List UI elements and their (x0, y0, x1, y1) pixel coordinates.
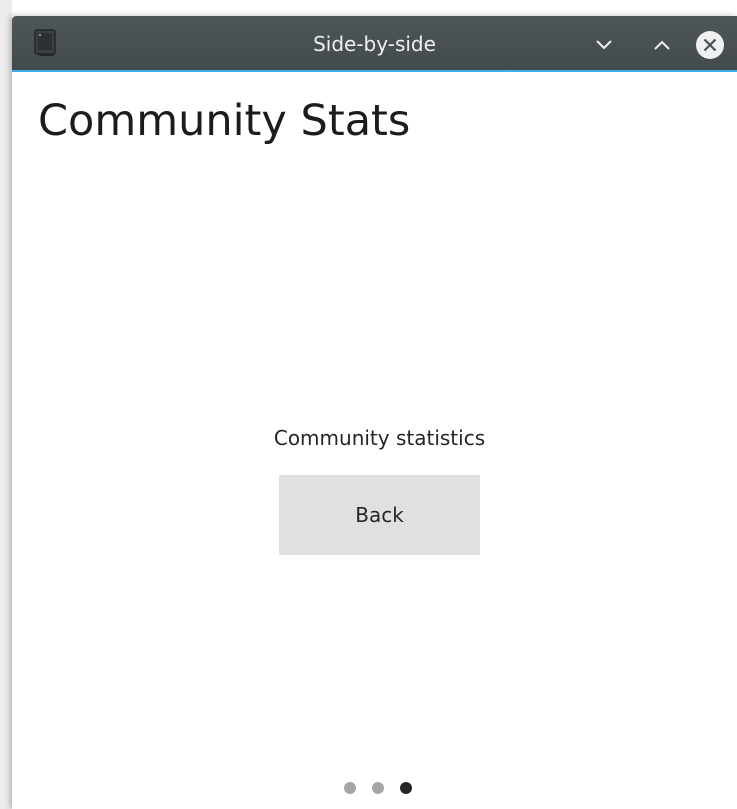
screen: Side-by-side Community Stats Community s… (0, 0, 737, 809)
desktop-background (0, 0, 12, 809)
title-bar[interactable]: Side-by-side (12, 16, 737, 72)
app-window: Side-by-side Community Stats Community s… (12, 16, 737, 809)
page-dot-1[interactable] (344, 782, 356, 794)
community-statistics-label: Community statistics (273, 426, 486, 450)
chevron-up-icon[interactable] (647, 30, 677, 60)
window-title: Side-by-side (313, 32, 436, 56)
page-dot-2[interactable] (372, 782, 384, 794)
page-indicator (342, 780, 422, 796)
back-button[interactable]: Back (279, 475, 480, 555)
chevron-down-icon[interactable] (589, 30, 619, 60)
page-title: Community Stats (38, 96, 411, 146)
page-dot-3-active[interactable] (400, 782, 412, 794)
close-circle-icon[interactable] (695, 30, 725, 60)
